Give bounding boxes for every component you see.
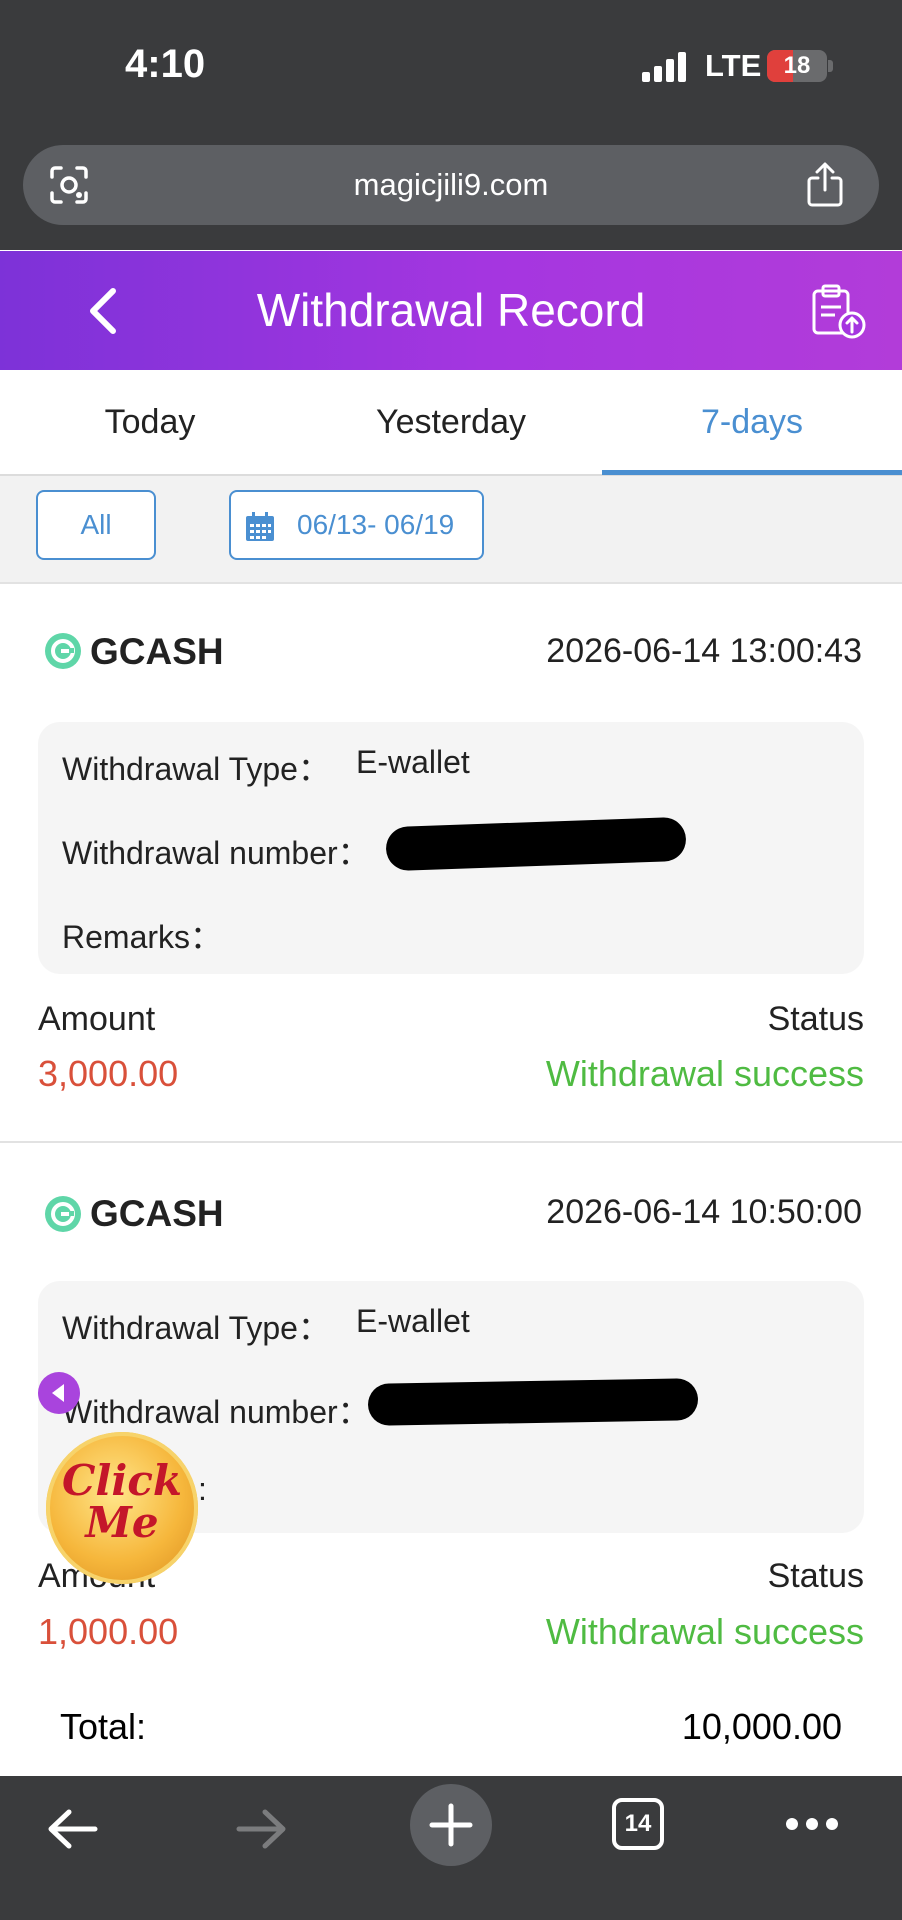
amount-value: 1,000.00 xyxy=(38,1611,179,1652)
record-timestamp: 2026-06-14 13:00:43 xyxy=(546,632,862,670)
withdrawal-number-label: Withdrawal number： xyxy=(62,835,370,871)
new-tab-button[interactable] xyxy=(410,1784,492,1866)
date-tabs: Today Yesterday 7-days xyxy=(0,370,902,476)
redacted-number xyxy=(385,816,687,872)
battery-tip xyxy=(828,60,833,72)
record-timestamp: 2026-06-14 10:50:00 xyxy=(546,1193,862,1231)
payment-method: GCASH xyxy=(90,631,224,672)
back-icon[interactable] xyxy=(45,1804,101,1854)
amount-value: 3,000.00 xyxy=(38,1053,179,1094)
date-range-label: 06/13- 06/19 xyxy=(297,509,455,540)
promo-collapse-button[interactable] xyxy=(38,1372,80,1414)
payment-method: GCASH xyxy=(90,1193,224,1234)
gcash-logo-icon xyxy=(45,1196,81,1232)
withdrawal-record: GCASH 2026-06-14 10:50:00 Withdrawal Typ… xyxy=(0,1143,902,1693)
back-arrow-icon[interactable] xyxy=(85,287,121,335)
tab-count: 14 xyxy=(624,1810,652,1837)
browser-bottom-bar: 14 xyxy=(0,1776,902,1920)
status-value: Withdrawal success xyxy=(545,1053,864,1094)
address-bar[interactable]: magicjili9.com xyxy=(23,145,879,225)
tab-today[interactable]: Today xyxy=(0,370,300,474)
promo-text: Click Me xyxy=(61,1456,182,1547)
camera-search-icon[interactable] xyxy=(48,165,90,205)
more-icon[interactable] xyxy=(784,1816,840,1832)
withdrawal-type-value: E-wallet xyxy=(356,1303,470,1339)
remarks-label: : xyxy=(198,1471,207,1507)
filter-bar: All 06/13- 06/19 xyxy=(0,476,902,584)
withdrawal-type-label: Withdrawal Type： xyxy=(62,1310,330,1346)
signal-icon xyxy=(642,52,686,82)
status-value: Withdrawal success xyxy=(545,1611,864,1652)
redacted-number xyxy=(367,1378,699,1426)
browser-top-bar: 4:10 LTE 18 magicjili9.com xyxy=(0,0,902,250)
share-icon[interactable] xyxy=(805,162,845,208)
status-time: 4:10 xyxy=(125,42,206,86)
battery-percent: 18 xyxy=(783,52,811,79)
status-label: Status xyxy=(767,1557,864,1595)
record-details: Withdrawal Type： E-wallet Withdrawal num… xyxy=(38,722,864,974)
withdrawal-type-label: Withdrawal Type： xyxy=(62,751,330,787)
date-range-button[interactable]: 06/13- 06/19 xyxy=(229,490,484,560)
active-tab-indicator xyxy=(602,470,902,475)
amount-label: Amount xyxy=(38,1000,156,1038)
page-title: Withdrawal Record xyxy=(256,284,646,336)
withdrawal-record: GCASH 2026-06-14 13:00:43 Withdrawal Typ… xyxy=(0,584,902,1141)
calendar-icon xyxy=(246,512,274,541)
status-label: Status xyxy=(767,1000,864,1038)
forward-icon[interactable] xyxy=(233,1804,289,1854)
url-text[interactable]: magicjili9.com xyxy=(23,145,879,225)
click-me-promo-button[interactable]: Click Me xyxy=(46,1432,198,1584)
withdrawal-type-value: E-wallet xyxy=(356,744,470,780)
tab-7-days[interactable]: 7-days xyxy=(602,370,902,474)
tabs-button[interactable]: 14 xyxy=(612,1798,664,1850)
remarks-label: Remarks： xyxy=(62,919,223,955)
gcash-logo-icon xyxy=(45,633,81,669)
play-left-icon xyxy=(52,1384,64,1402)
clipboard-upload-icon[interactable] xyxy=(810,283,866,339)
network-type: LTE xyxy=(705,48,762,83)
tab-yesterday[interactable]: Yesterday xyxy=(301,370,601,474)
total-value: 10,000.00 xyxy=(681,1706,842,1747)
battery-icon: 18 xyxy=(767,50,827,82)
total-label: Total: xyxy=(60,1706,147,1747)
app-header: Withdrawal Record xyxy=(0,251,902,370)
plus-icon xyxy=(429,1803,473,1847)
filter-all-button[interactable]: All xyxy=(36,490,156,560)
withdrawal-number-label: Withdrawal number： xyxy=(62,1394,370,1430)
